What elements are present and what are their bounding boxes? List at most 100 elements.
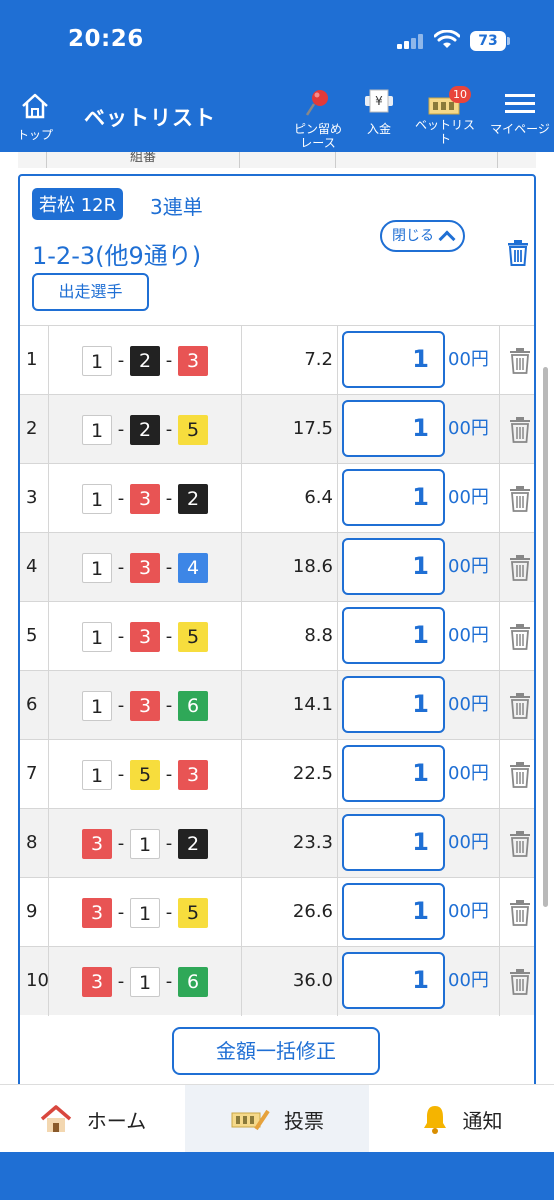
table-row: 2 1-2-5 17.5 1 00円 — [20, 394, 534, 464]
table-header: 組番 — [18, 152, 536, 168]
nav-mypage-button[interactable]: マイページ — [490, 88, 550, 136]
amount-input[interactable]: 1 — [342, 676, 445, 733]
delete-bet-button[interactable] — [499, 395, 534, 464]
header-odds-cell — [239, 152, 335, 168]
boat-number: 3 — [130, 621, 160, 652]
boat-number: 4 — [178, 552, 208, 583]
delete-bet-button[interactable] — [499, 533, 534, 602]
delete-bet-button[interactable] — [499, 740, 534, 809]
nav-pinned-label-2: レース — [300, 136, 336, 150]
close-label: 閉じる — [392, 228, 434, 244]
combo-dash: - — [117, 695, 125, 716]
boat-number: 2 — [130, 345, 160, 376]
header-index-cell — [18, 152, 46, 168]
boat-number: 1 — [82, 690, 112, 721]
table-row: 5 1-3-5 8.8 1 00円 — [20, 601, 534, 671]
page: { "status": { "time": "20:26", "battery"… — [0, 0, 554, 1200]
amount-input[interactable]: 1 — [342, 883, 445, 940]
boat-number: 3 — [178, 345, 208, 376]
combo-cell: 1-3-2 — [48, 464, 241, 533]
boat-number: 3 — [82, 966, 112, 997]
nav-betlist-button[interactable]: 10 ベットリスト — [413, 86, 477, 146]
boat-number: 3 — [82, 897, 112, 928]
amount-input[interactable]: 1 — [342, 952, 445, 1009]
combo-dash: - — [165, 557, 173, 578]
boat-number: 3 — [82, 828, 112, 859]
boat-number: 1 — [82, 621, 112, 652]
bulk-edit-button[interactable]: 金額一括修正 — [172, 1027, 380, 1075]
boat-number: 1 — [130, 966, 160, 997]
combo-cell: 1-2-5 — [48, 395, 241, 464]
combo-dash: - — [165, 764, 173, 785]
boat-number: 5 — [178, 414, 208, 445]
table-row: 7 1-5-3 22.5 1 00円 — [20, 739, 534, 809]
tab-vote[interactable]: 投票 — [185, 1085, 369, 1153]
boat-number: 1 — [82, 483, 112, 514]
combo-dash: - — [117, 350, 125, 371]
delete-bet-button[interactable] — [499, 602, 534, 671]
nav-top-button[interactable]: トップ — [12, 92, 58, 150]
amount-unit: 00円 — [448, 901, 489, 922]
trash-icon-wrap — [509, 555, 531, 585]
delete-bet-button[interactable] — [499, 809, 534, 878]
delete-bet-button[interactable] — [499, 326, 534, 395]
trash-icon-wrap — [509, 831, 531, 861]
amount-input[interactable]: 1 — [342, 607, 445, 664]
trash-icon-wrap — [509, 624, 531, 654]
trash-icon — [510, 348, 530, 374]
amount-input[interactable]: 1 — [342, 469, 445, 526]
delete-bet-button[interactable] — [499, 878, 534, 947]
amount-cell: 1 00円 — [337, 602, 499, 671]
boat-number: 1 — [82, 552, 112, 583]
tab-home[interactable]: ホーム — [0, 1085, 185, 1153]
combo-cell: 1-3-4 — [48, 533, 241, 602]
odds-value: 17.5 — [241, 395, 337, 464]
boat-number: 3 — [130, 690, 160, 721]
trash-icon — [508, 240, 528, 266]
app-header: トップ ベットリスト ピン留め レース ¥ 入金 10 ベットリスト マイページ — [0, 80, 554, 152]
amount-cell: 1 00円 — [337, 947, 499, 1016]
amount-input[interactable]: 1 — [342, 745, 445, 802]
close-button[interactable]: 閉じる — [380, 220, 465, 252]
house-icon — [40, 1105, 71, 1132]
combo-dash: - — [117, 833, 125, 854]
boat-number: 3 — [130, 483, 160, 514]
amount-cell: 1 00円 — [337, 464, 499, 533]
amount-cell: 1 00円 — [337, 740, 499, 809]
amount-unit: 00円 — [448, 763, 489, 784]
amount-input[interactable]: 1 — [342, 538, 445, 595]
header-delete-cell — [497, 152, 536, 168]
combo-dash: - — [165, 626, 173, 647]
row-index: 8 — [26, 832, 38, 853]
page-title: ベットリスト — [84, 106, 216, 130]
amount-unit: 00円 — [448, 694, 489, 715]
combo-summary: 1-2-3(他9通り) — [32, 242, 202, 270]
amount-input[interactable]: 1 — [342, 814, 445, 871]
boat-number: 2 — [178, 483, 208, 514]
amount-input[interactable]: 1 — [342, 400, 445, 457]
table-row: 6 1-3-6 14.1 1 00円 — [20, 670, 534, 740]
delete-bet-button[interactable] — [499, 671, 534, 740]
runners-button[interactable]: 出走選手 — [32, 273, 149, 311]
tab-notify[interactable]: 通知 — [369, 1085, 554, 1153]
scrollbar[interactable] — [543, 367, 548, 907]
trash-icon — [510, 762, 530, 788]
combo-cell: 3-1-5 — [48, 878, 241, 947]
trash-icon — [510, 831, 530, 857]
bell-icon — [423, 1106, 446, 1134]
menu-icon — [505, 94, 535, 113]
delete-bet-button[interactable] — [499, 947, 534, 1016]
row-index: 7 — [26, 763, 38, 784]
trash-icon — [510, 624, 530, 650]
nav-deposit-button[interactable]: ¥ 入金 — [361, 88, 397, 136]
amount-unit: 00円 — [448, 487, 489, 508]
delete-bet-button[interactable] — [499, 464, 534, 533]
boat-number: 6 — [178, 966, 208, 997]
combo-dash: - — [165, 971, 173, 992]
nav-pinned-races-button[interactable]: ピン留め レース — [290, 88, 346, 150]
trash-icon — [510, 417, 530, 443]
amount-input[interactable]: 1 — [342, 331, 445, 388]
trash-icon — [510, 555, 530, 581]
odds-value: 18.6 — [241, 533, 337, 602]
delete-race-button[interactable] — [507, 240, 529, 270]
